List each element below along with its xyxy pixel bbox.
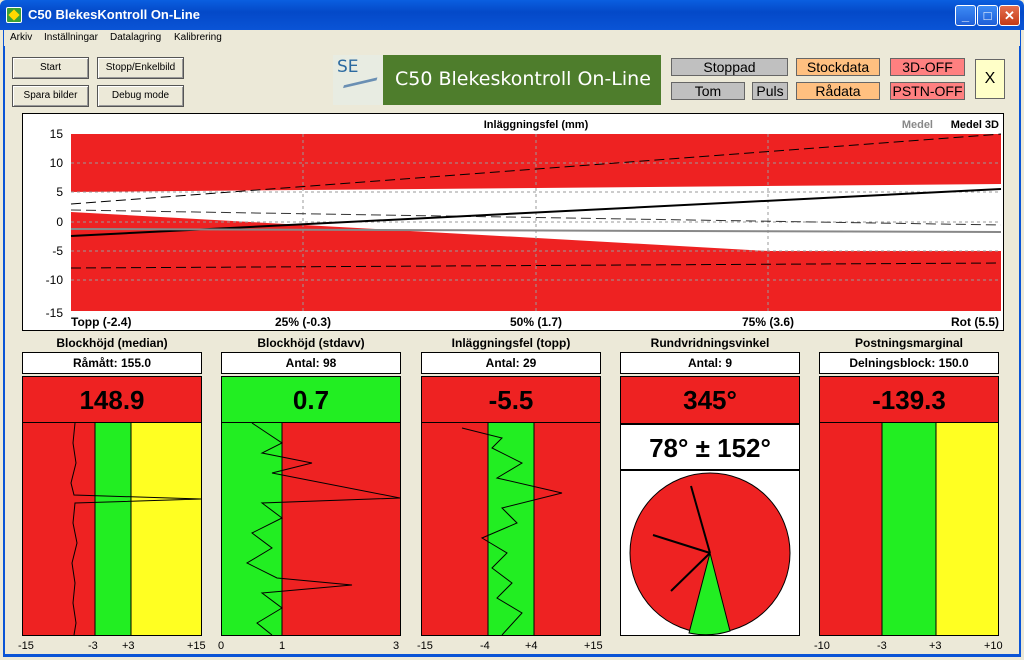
panel2-title: Blockhöjd (stdavv) xyxy=(257,336,365,350)
panel1-value: 148.9 xyxy=(22,376,202,424)
menu-installningar[interactable]: Inställningar xyxy=(44,32,98,43)
status-stoppad: Stoppad xyxy=(671,58,788,76)
panel3-sub: Antal: 29 xyxy=(421,352,601,374)
x-label: 50% (1.7) xyxy=(510,315,562,329)
debug-mode-button[interactable]: Debug mode xyxy=(97,85,184,107)
logo-banner: SE C50 Blekeskontroll On-Line xyxy=(333,55,661,105)
panel2-axis-2: 3 xyxy=(393,640,400,652)
menu-kalibrering[interactable]: Kalibrering xyxy=(174,32,222,43)
panel1-sub: Råmått: 155.0 xyxy=(22,352,202,374)
panel4-title: Rundvridningsvinkel xyxy=(650,336,770,350)
minimize-button[interactable]: _ xyxy=(955,5,976,26)
y-tick: 0 xyxy=(56,215,63,229)
panel5-axis-1: -3 xyxy=(877,640,887,652)
close-button[interactable]: ✕ xyxy=(999,5,1020,26)
y-tick: -5 xyxy=(52,244,63,258)
panel3-title: Inläggningsfel (topp) xyxy=(451,336,571,350)
panel5-title: Postningsmarginal xyxy=(854,336,964,350)
panel4-value: 345° xyxy=(620,376,800,424)
panel3-axis-3: +15 xyxy=(584,640,603,652)
status-puls: Puls xyxy=(752,82,788,100)
menu-arkiv[interactable]: Arkiv xyxy=(10,32,32,43)
start-button[interactable]: Start xyxy=(12,57,89,79)
panel3-axis-0: -15 xyxy=(417,640,433,652)
panel4-sub: Antal: 9 xyxy=(620,352,800,374)
chart-title: Inläggningsfel (mm) xyxy=(484,119,589,131)
panel5-graph xyxy=(819,422,999,636)
panel1-axis-3: +15 xyxy=(187,640,206,652)
save-images-button[interactable]: Spara bilder xyxy=(12,85,89,107)
panel4-polar xyxy=(620,470,800,636)
app-icon xyxy=(6,7,22,23)
panel2-axis-1: 1 xyxy=(279,640,286,652)
status-pstn-off[interactable]: PSTN-OFF xyxy=(890,82,965,100)
x-axis: Topp (-2.4) 25% (-0.3) 50% (1.7) 75% (3.… xyxy=(71,315,999,329)
status-3d-off[interactable]: 3D-OFF xyxy=(890,58,965,76)
menu-datalagring[interactable]: Datalagring xyxy=(110,32,161,43)
x-label: 25% (-0.3) xyxy=(275,315,331,329)
y-tick: -15 xyxy=(46,306,64,320)
panel2-graph xyxy=(221,422,401,636)
logo-text: C50 Blekeskontroll On-Line xyxy=(395,68,651,90)
x-label: 75% (3.6) xyxy=(742,315,794,329)
panel5-value: -139.3 xyxy=(819,376,999,424)
x-label: Rot (5.5) xyxy=(951,315,999,329)
x-label: Topp (-2.4) xyxy=(71,315,131,329)
y-tick: 5 xyxy=(56,185,63,199)
panel3-graph xyxy=(421,422,601,636)
status-radata[interactable]: Rådata xyxy=(796,82,880,100)
panel5-axis-2: +3 xyxy=(929,640,942,652)
panel1-title: Blockhöjd (median) xyxy=(56,336,168,350)
menu-bar: Arkiv Inställningar Datalagring Kalibrer… xyxy=(4,30,1020,46)
window-title: C50 BlekesKontroll On-Line xyxy=(28,7,200,22)
status-stockdata[interactable]: Stockdata xyxy=(796,58,880,76)
panel5-axis-3: +10 xyxy=(984,640,1003,652)
panel2-sub: Antal: 98 xyxy=(221,352,401,374)
panel1-axis-2: +3 xyxy=(122,640,135,652)
main-chart-svg: 15 10 5 0 -5 -10 -15 Inläggningsfel (mm)… xyxy=(46,119,1002,329)
panel1-graph xyxy=(22,422,202,636)
maximize-button[interactable]: □ xyxy=(977,5,998,26)
legend-model: Medel xyxy=(902,119,933,131)
panel3-value: -5.5 xyxy=(421,376,601,424)
panel2-value: 0.7 xyxy=(221,376,401,424)
y-axis: 15 10 5 0 -5 -10 -15 xyxy=(46,127,64,320)
panel3-axis-1: -4 xyxy=(480,640,490,652)
panel5-sub: Delningsblock: 150.0 xyxy=(819,352,999,374)
exit-button[interactable]: X xyxy=(975,59,1005,99)
stop-single-button[interactable]: Stopp/Enkelbild xyxy=(97,57,184,79)
y-tick: -10 xyxy=(46,273,64,287)
title-bar: C50 BlekesKontroll On-Line _ □ ✕ xyxy=(0,0,1024,30)
legend-model-3d: Medel 3D xyxy=(951,119,999,131)
main-chart: 15 10 5 0 -5 -10 -15 Inläggningsfel (mm)… xyxy=(22,113,1004,331)
panel1-axis-0: -15 xyxy=(18,640,34,652)
y-tick: 15 xyxy=(50,127,64,141)
se-logo: SE xyxy=(333,55,383,105)
panel4-extra: 78° ± 152° xyxy=(620,424,800,470)
panel5-axis-0: -10 xyxy=(814,640,830,652)
y-tick: 10 xyxy=(50,156,64,170)
panel2-axis-0: 0 xyxy=(218,640,225,652)
panel1-axis-1: -3 xyxy=(88,640,98,652)
panel3-axis-2: +4 xyxy=(525,640,538,652)
status-tom: Tom xyxy=(671,82,745,100)
